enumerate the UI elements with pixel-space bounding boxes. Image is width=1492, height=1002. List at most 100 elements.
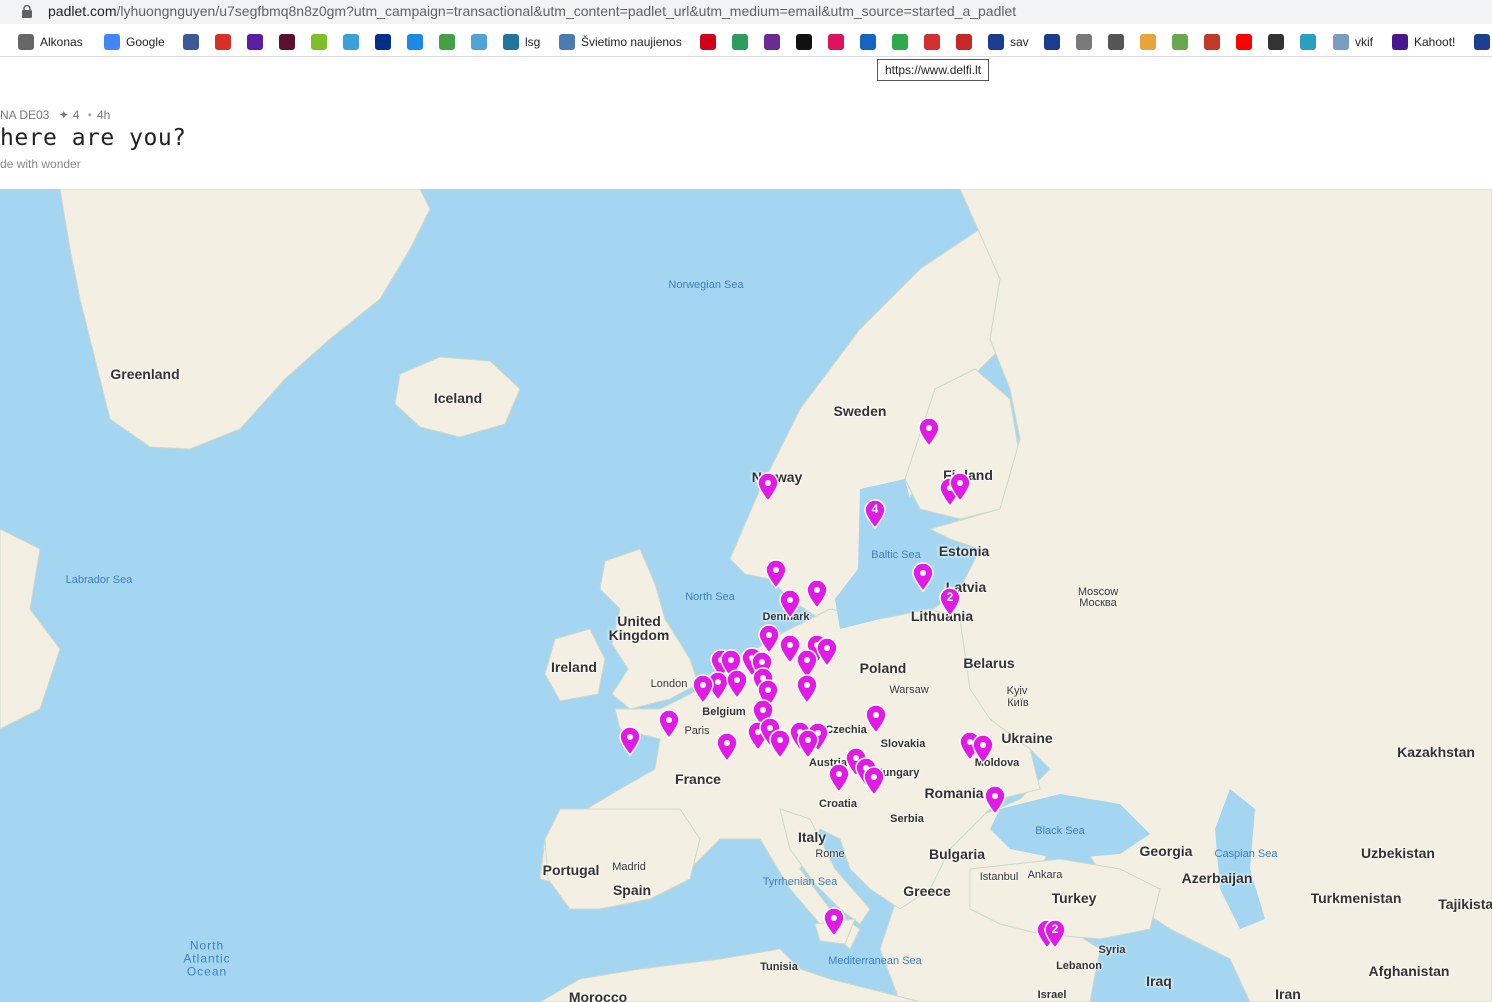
bookmark-google[interactable]: Google <box>104 33 165 51</box>
bookmark-yahoo-mail[interactable] <box>247 33 263 51</box>
map-pin-icon[interactable] <box>816 637 838 667</box>
s-site-icon <box>407 34 423 50</box>
label-turkmenistan: Turkmenistan <box>1310 890 1402 906</box>
map-pin-icon[interactable] <box>779 589 801 619</box>
map-pin-icon[interactable] <box>796 674 818 704</box>
map-pin-icon[interactable] <box>806 579 828 609</box>
d-site-icon <box>439 34 455 50</box>
globe-site-icon <box>471 34 487 50</box>
bookmark-circle-site[interactable] <box>764 33 780 51</box>
bookmark-facebook[interactable] <box>183 33 199 51</box>
bookmark-eye[interactable]: Alkonas <box>18 33 83 51</box>
map-pin-icon[interactable]: 2 <box>1044 919 1066 949</box>
url-text[interactable]: padlet.com/lyhuongnguyen/u7segfbmq8n8z0g… <box>48 3 1016 19</box>
bookmark-star-site[interactable] <box>343 33 359 51</box>
lrytas-icon <box>956 34 972 50</box>
label-kyiv-cyrillic: Київ <box>1007 697 1029 709</box>
bookmark-leaf[interactable] <box>1172 33 1188 51</box>
bookmark-t2[interactable] <box>796 33 812 51</box>
bookmark-s-site[interactable] <box>407 33 423 51</box>
map-pin-icon[interactable] <box>765 559 787 589</box>
bookmark-d-site[interactable] <box>439 33 455 51</box>
map-pin-icon[interactable] <box>863 766 885 796</box>
post-age: 4h <box>97 108 111 122</box>
chart-site-icon <box>1076 34 1092 50</box>
bookmark-p-site[interactable] <box>700 33 716 51</box>
bookmark-bird[interactable]: vkif <box>1333 33 1373 51</box>
padlet-title: here are you? <box>0 125 187 151</box>
map-pin-icon[interactable] <box>757 472 779 502</box>
bookmark-delfi[interactable] <box>860 33 876 51</box>
bookmark-paypal[interactable] <box>375 33 391 51</box>
shield2-icon <box>1044 34 1060 50</box>
map-pin-icon[interactable] <box>828 763 850 793</box>
like-icon[interactable]: ✦ <box>59 108 69 122</box>
bookmark-news2[interactable] <box>924 33 940 51</box>
map-pin-icon[interactable] <box>823 907 845 937</box>
lock-icon <box>22 5 32 18</box>
map-view[interactable]: Greenland Iceland Sweden Norway Finland … <box>0 189 1492 1002</box>
delfi-icon <box>860 34 876 50</box>
bookmark-globe[interactable] <box>1108 33 1124 51</box>
apple-icon <box>1204 34 1220 50</box>
bookmark-lrytas[interactable] <box>956 33 972 51</box>
bookmark-chart-site[interactable] <box>1076 33 1092 51</box>
bookmark-v-site[interactable] <box>732 33 748 51</box>
bookmark-kahoot[interactable]: Kahoot! <box>1392 33 1455 51</box>
label-syria: Syria <box>1098 944 1126 956</box>
bookmark-hash[interactable] <box>828 33 844 51</box>
bookmark-news[interactable]: Švietimo naujienos <box>559 33 682 51</box>
url-host: padlet.com <box>48 3 117 19</box>
bookmark-gmail[interactable] <box>215 33 231 51</box>
map-pin-icon[interactable] <box>797 729 819 759</box>
map-pin-icon[interactable] <box>692 674 714 704</box>
bookmark-bookmark[interactable] <box>279 33 295 51</box>
map-pin-icon[interactable] <box>619 726 641 756</box>
news-icon <box>559 34 575 50</box>
pin-cluster-count: 4 <box>871 502 879 516</box>
map-pin-icon[interactable] <box>769 729 791 759</box>
t2-icon <box>796 34 812 50</box>
label-greenland: Greenland <box>110 366 180 382</box>
map-pin-icon[interactable]: 4 <box>864 499 886 529</box>
bookmark-apple[interactable] <box>1204 33 1220 51</box>
bookmark-shield[interactable]: sav <box>988 33 1029 51</box>
star-site-icon <box>343 34 359 50</box>
hash-icon <box>828 34 844 50</box>
label-greece: Greece <box>903 883 951 899</box>
map-pin-icon[interactable] <box>658 709 680 739</box>
bookmark-shield2[interactable] <box>1044 33 1060 51</box>
bookmark-15min[interactable] <box>892 33 908 51</box>
bookmark-flower[interactable] <box>1300 33 1316 51</box>
bookmark-youtube[interactable] <box>1236 33 1252 51</box>
google-icon <box>104 34 120 50</box>
bookmark-wordpress[interactable]: lsg <box>503 33 540 51</box>
map-pin-icon[interactable]: 2 <box>939 587 961 617</box>
bookmark-lrt[interactable] <box>1474 33 1490 51</box>
greenland-shape <box>59 189 431 450</box>
bookmark-green-site[interactable] <box>311 33 327 51</box>
news2-icon <box>924 34 940 50</box>
bookmark-globe-site[interactable] <box>471 33 487 51</box>
bookmark-gear-site[interactable] <box>1268 33 1284 51</box>
label-kyiv: Kyiv <box>1006 685 1028 697</box>
label-moscow-cyrillic: Москва <box>1079 597 1117 609</box>
label-lebanon: Lebanon <box>1056 960 1102 972</box>
bookmark-puzzle[interactable] <box>1140 33 1156 51</box>
map-pin-icon[interactable] <box>949 472 971 502</box>
post-meta: NA DE03 ✦ 4 • 4h <box>0 108 110 122</box>
author-name[interactable]: NA DE03 <box>0 108 49 122</box>
map-pin-icon[interactable] <box>726 669 748 699</box>
label-slovakia: Slovakia <box>880 738 926 750</box>
map-pin-icon[interactable] <box>865 704 887 734</box>
label-black-sea: Black Sea <box>1035 825 1085 837</box>
map-pin-icon[interactable] <box>716 732 738 762</box>
map-pin-icon[interactable] <box>972 734 994 764</box>
label-norwegian-sea: Norwegian Sea <box>668 279 744 291</box>
address-bar[interactable]: padlet.com/lyhuongnguyen/u7segfbmq8n8z0g… <box>0 0 1492 24</box>
map-pin-icon[interactable] <box>918 417 940 447</box>
label-france: France <box>675 771 721 787</box>
map-pin-icon[interactable] <box>984 785 1006 815</box>
wordpress-icon <box>503 34 519 50</box>
map-pin-icon[interactable] <box>912 562 934 592</box>
